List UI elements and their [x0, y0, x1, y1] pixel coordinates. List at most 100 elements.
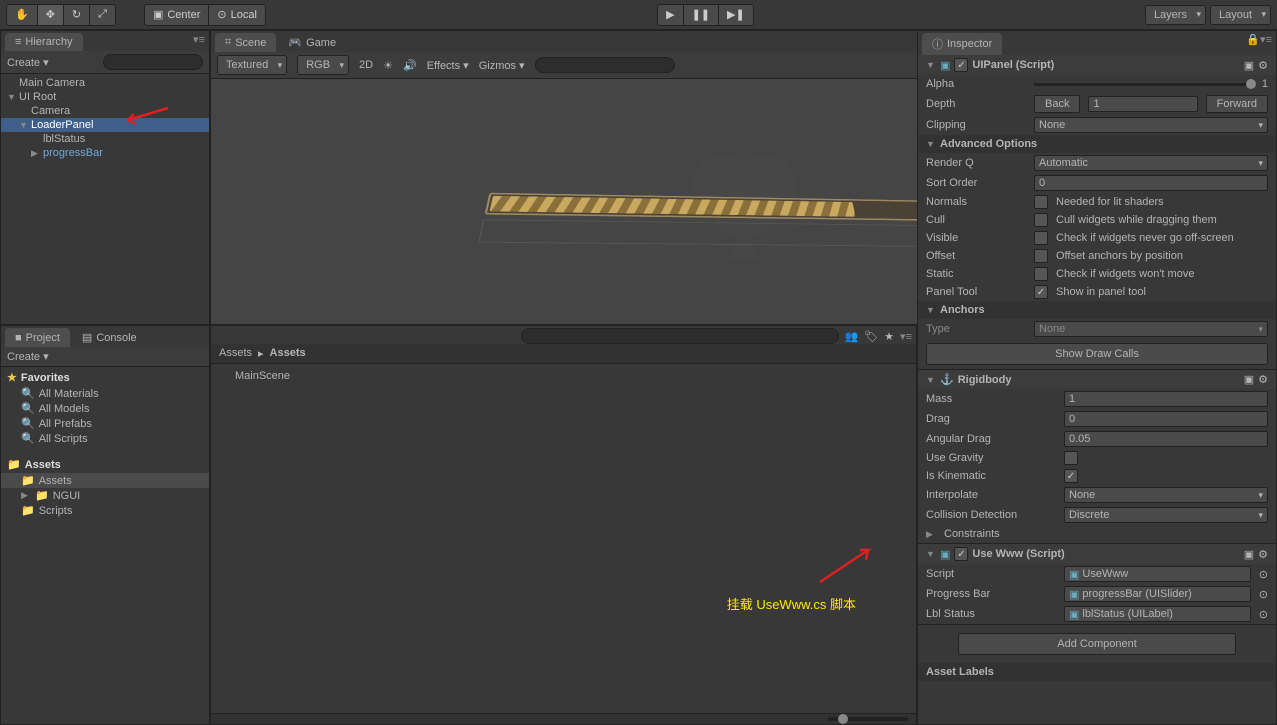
tree-item[interactable]: ▶progressBar	[1, 146, 209, 160]
create-dropdown[interactable]: Create ▾	[7, 350, 49, 363]
favorites-item[interactable]: 🔍All Prefabs	[1, 416, 209, 431]
lock-icon[interactable]: 🔒	[1246, 33, 1260, 55]
render-dropdown[interactable]: RGB	[297, 55, 349, 75]
depth-field[interactable]: 1	[1088, 96, 1197, 112]
asset-grid[interactable]: MainScene 挂载 UseWww.cs 脚本	[211, 364, 916, 713]
project-tab[interactable]: ■Project	[5, 328, 70, 347]
asset-labels-header[interactable]: Asset Labels	[918, 663, 1276, 681]
gear-icon[interactable]: ⚙	[1258, 59, 1268, 72]
light-icon[interactable]: ☀	[383, 59, 393, 72]
gravity-checkbox[interactable]	[1064, 451, 1078, 465]
breadcrumb-item[interactable]: Assets	[270, 347, 306, 360]
gear-icon[interactable]: ⚙	[1258, 373, 1268, 386]
anchors-header[interactable]: ▼Anchors	[918, 301, 1276, 319]
scale-tool[interactable]: ⤢	[90, 5, 115, 25]
local-button[interactable]: ⊙Local	[209, 5, 265, 25]
offset-checkbox[interactable]	[1034, 249, 1048, 263]
panel-menu-icon[interactable]: ▾≡	[1260, 33, 1272, 55]
tree-item[interactable]: Main Camera	[1, 76, 209, 90]
interp-dropdown[interactable]: None	[1064, 487, 1268, 503]
scene-tab[interactable]: ⌗Scene	[215, 33, 276, 52]
visible-checkbox[interactable]	[1034, 231, 1048, 245]
paneltool-checkbox[interactable]	[1034, 285, 1048, 299]
panel-menu-icon[interactable]: ▾≡	[900, 330, 912, 343]
filter-icon[interactable]: ★	[884, 330, 894, 343]
anchor-type-dropdown[interactable]: None	[1034, 321, 1268, 337]
show-draw-calls-button[interactable]: Show Draw Calls	[926, 343, 1268, 365]
audio-icon[interactable]: 🔊	[403, 59, 417, 72]
help-icon[interactable]: ▣	[1244, 59, 1254, 72]
mass-field[interactable]: 1	[1064, 391, 1268, 407]
component-enabled-checkbox[interactable]	[954, 58, 968, 72]
renderq-dropdown[interactable]: Automatic	[1034, 155, 1268, 171]
pause-button[interactable]: ❚❚	[684, 5, 719, 25]
scene-search[interactable]	[535, 57, 675, 73]
center-button[interactable]: ▣Center	[145, 5, 209, 25]
component-header[interactable]: ▼ ▣ UIPanel (Script) ▣ ⚙	[918, 55, 1276, 75]
progressbar-field[interactable]: ▣progressBar (UISlider)	[1064, 586, 1251, 602]
step-button[interactable]: ▶❚	[719, 5, 753, 25]
2d-toggle[interactable]: 2D	[359, 59, 373, 71]
gizmos-dropdown[interactable]: Gizmos ▾	[479, 59, 525, 72]
panel-menu-icon[interactable]: ▾≡	[193, 33, 205, 51]
forward-button[interactable]: Forward	[1206, 95, 1268, 113]
object-picker-icon[interactable]: ⊙	[1259, 568, 1268, 581]
help-icon[interactable]: ▣	[1244, 373, 1254, 386]
object-picker-icon[interactable]: ⊙	[1259, 588, 1268, 601]
component-enabled-checkbox[interactable]	[954, 547, 968, 561]
constraints-foldout[interactable]: ▶Constraints	[918, 525, 1276, 543]
tree-item-selected[interactable]: ▼LoaderPanel	[1, 118, 209, 132]
favorites-item[interactable]: 🔍All Materials	[1, 386, 209, 401]
add-component-button[interactable]: Add Component	[958, 633, 1236, 655]
tree-item[interactable]: Camera	[1, 104, 209, 118]
tree-item[interactable]: lblStatus	[1, 132, 209, 146]
component-header[interactable]: ▼ ⚓ Rigidbody ▣ ⚙	[918, 370, 1276, 389]
favorites-header[interactable]: ★Favorites	[1, 369, 209, 386]
static-checkbox[interactable]	[1034, 267, 1048, 281]
layout-dropdown[interactable]: Layout	[1210, 5, 1271, 25]
lblstatus-field[interactable]: ▣lblStatus (UILabel)	[1064, 606, 1251, 622]
hierarchy-tab[interactable]: ≡Hierarchy	[5, 33, 83, 51]
back-button[interactable]: Back	[1034, 95, 1080, 113]
asset-search[interactable]	[521, 328, 839, 344]
game-tab[interactable]: 🎮Game	[278, 33, 346, 52]
asset-item[interactable]: MainScene	[219, 368, 908, 384]
rotate-tool[interactable]: ↻	[64, 5, 90, 25]
tree-item[interactable]: ▼UI Root	[1, 90, 209, 104]
filter-icon[interactable]: 👥	[845, 330, 859, 343]
collision-dropdown[interactable]: Discrete	[1064, 507, 1268, 523]
alpha-slider[interactable]	[1034, 83, 1256, 86]
folder-item[interactable]: ▶📁NGUI	[1, 488, 209, 503]
folder-item[interactable]: 📁Scripts	[1, 503, 209, 518]
hierarchy-search[interactable]	[103, 54, 203, 70]
sort-field[interactable]: 0	[1034, 175, 1268, 191]
cull-checkbox[interactable]	[1034, 213, 1048, 227]
zoom-slider[interactable]	[828, 717, 908, 721]
script-field[interactable]: ▣UseWww	[1064, 566, 1251, 582]
component-header[interactable]: ▼ ▣ Use Www (Script) ▣ ⚙	[918, 544, 1276, 564]
effects-dropdown[interactable]: Effects ▾	[427, 59, 469, 72]
breadcrumb-item[interactable]: Assets	[219, 347, 252, 360]
hand-tool[interactable]: ✋	[7, 5, 38, 25]
help-icon[interactable]: ▣	[1244, 548, 1254, 561]
drag-field[interactable]: 0	[1064, 411, 1268, 427]
filter-icon[interactable]: 🏷	[864, 330, 878, 343]
shading-dropdown[interactable]: Textured	[217, 55, 287, 75]
clipping-dropdown[interactable]: None	[1034, 117, 1268, 133]
console-tab[interactable]: ▤Console	[72, 328, 147, 347]
folder-item[interactable]: 📁Assets	[1, 473, 209, 488]
play-button[interactable]: ▶	[658, 5, 683, 25]
favorites-item[interactable]: 🔍All Models	[1, 401, 209, 416]
assets-root[interactable]: 📁Assets	[1, 456, 209, 473]
gear-icon[interactable]: ⚙	[1258, 548, 1268, 561]
favorites-item[interactable]: 🔍All Scripts	[1, 431, 209, 446]
move-tool[interactable]: ✥	[38, 5, 64, 25]
kinematic-checkbox[interactable]	[1064, 469, 1078, 483]
advanced-header[interactable]: ▼Advanced Options	[918, 135, 1276, 153]
object-picker-icon[interactable]: ⊙	[1259, 608, 1268, 621]
normals-checkbox[interactable]	[1034, 195, 1048, 209]
angdrag-field[interactable]: 0.05	[1064, 431, 1268, 447]
create-dropdown[interactable]: Create ▾	[7, 56, 49, 69]
inspector-tab[interactable]: ⓘInspector	[922, 33, 1002, 55]
layers-dropdown[interactable]: Layers	[1145, 5, 1206, 25]
